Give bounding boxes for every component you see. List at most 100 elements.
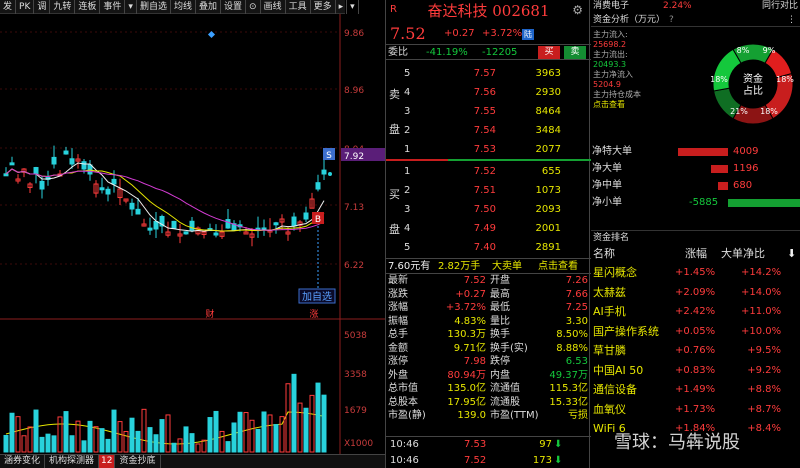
flow-item: 主力持仓成本 [593, 90, 641, 99]
flow-item: 主力流入: [593, 30, 628, 39]
toolbar-item[interactable]: ▾ [125, 0, 137, 14]
toolbar-item[interactable]: 连板 [75, 0, 101, 14]
toolbar-item[interactable]: ▾ [347, 0, 359, 14]
bottom-tab[interactable]: 机构探测器 [45, 455, 100, 468]
help-icon[interactable]: ? [669, 13, 674, 27]
rank-title-row: 资金排名 [591, 230, 800, 244]
volume-bar [237, 411, 243, 453]
book-row[interactable]: 1 7.53 2077 [386, 140, 591, 159]
tick-row: 10:46 7.52 173 ⬇ [386, 453, 591, 468]
book-row[interactable]: 4 7.56 2930 [386, 83, 591, 102]
donut-center-text: 资金 [743, 72, 763, 85]
fund-donut[interactable]: 8% 9% 18% 18% 21% 18% 资金占比 [705, 36, 800, 132]
stat-row: 涨幅 +3.72% 最低 7.25 [388, 302, 588, 313]
toolbar-item[interactable]: 删自选 [137, 0, 171, 14]
net-bar [711, 165, 728, 173]
rank-row[interactable]: 星闪概念 +1.45% +14.2% [591, 263, 800, 283]
buy-signal-text: B [315, 215, 321, 225]
volume-bar [297, 402, 303, 453]
candle-body [99, 187, 105, 191]
book-row[interactable]: 3 7.55 8464 [386, 102, 591, 121]
price-label: 6.22 [344, 261, 364, 271]
toolbar-item[interactable]: 九转 [50, 0, 76, 14]
book-row[interactable]: 4 7.49 2001 [386, 219, 591, 238]
rank-row[interactable]: 太赫兹 +2.09% +14.0% [591, 283, 800, 303]
volume-bar [309, 394, 315, 453]
bottom-tab[interactable]: 涵券变化 [0, 455, 46, 468]
toolbar-item[interactable]: 事件 [100, 0, 126, 14]
app-window: 发PK调九转连板事件▾删自选均线叠加设置⊙画线工具更多▸▾ 9.868.968.… [0, 0, 800, 468]
volume-bar [165, 414, 171, 453]
volume-bar [303, 407, 309, 453]
down-arrow-icon: ⬇ [554, 439, 563, 450]
candle-body [213, 232, 219, 236]
rank-row[interactable]: 中国AI 50 +0.83% +9.2% [591, 361, 800, 381]
rank-row[interactable]: 通信设备 +1.49% +8.8% [591, 380, 800, 400]
volume-bar [45, 433, 51, 453]
candle-body [183, 231, 189, 235]
toolbar-item[interactable]: ⊙ [246, 0, 261, 14]
volume-bar [273, 424, 279, 453]
col-flow[interactable]: 大单净比 [721, 245, 765, 263]
buy-button[interactable]: 买 [538, 46, 560, 59]
toolbar-item[interactable]: 调 [34, 0, 51, 14]
book-row[interactable]: 1 7.52 655 [386, 162, 591, 181]
toolbar-item[interactable]: 设置 [221, 0, 247, 14]
volume-bar [321, 394, 327, 453]
book-row[interactable]: 5 7.57 3963 [386, 64, 591, 83]
bottom-tab[interactable]: 12 [99, 455, 116, 468]
volume-bar [141, 408, 147, 453]
net-bar [718, 182, 728, 190]
sector-name[interactable]: 消费电子 [593, 0, 629, 12]
toolbar-item[interactable]: ▸ [336, 0, 348, 14]
stock-title[interactable]: 奋达科技 002681 [386, 0, 591, 22]
col-name[interactable]: 名称 [593, 245, 615, 263]
toolbar-item[interactable]: PK [16, 0, 35, 14]
volume-bar [21, 435, 27, 453]
gear-icon[interactable]: ⚙ [572, 3, 583, 17]
stat-row: 外盘 80.94万 内盘 49.37万 [388, 369, 588, 381]
toolbar-item[interactable]: 更多 [311, 0, 336, 14]
toolbar-item[interactable]: 叠加 [196, 0, 221, 14]
candle-body [9, 162, 15, 166]
rank-row[interactable]: AI手机 +2.42% +11.0% [591, 302, 800, 322]
volume-bar [15, 416, 21, 453]
add-watch-text: 加自选 [302, 290, 332, 303]
volume-bar [93, 426, 99, 453]
sort-desc-icon[interactable]: ⬇ [787, 245, 796, 263]
view-link[interactable]: 点击查看 [538, 259, 578, 275]
related-link[interactable]: 同行对比 [762, 0, 798, 12]
volume-bar [267, 414, 273, 453]
toolbar-item[interactable]: 工具 [286, 0, 311, 14]
toolbar-item[interactable]: 画线 [261, 0, 286, 14]
rank-row[interactable]: 草甘膦 +0.76% +9.5% [591, 341, 800, 361]
candle-body [87, 164, 93, 175]
toolbar-item[interactable]: 均线 [171, 0, 196, 14]
book-row[interactable]: 3 7.50 2093 [386, 200, 591, 219]
sell-button[interactable]: 卖 [564, 46, 586, 59]
kline-chart[interactable]: 9.868.968.047.927.136.22503833581679X100… [0, 14, 385, 454]
candle-body [111, 178, 117, 185]
stat-row: 总市值 135.0亿 流通值 115.3亿 [388, 383, 588, 394]
book-row[interactable]: 2 7.51 1073 [386, 181, 591, 200]
volume-bars [3, 373, 327, 453]
candle-body [39, 180, 45, 190]
candle-body [33, 167, 39, 175]
bottom-tab[interactable]: 资金抄底 [115, 455, 161, 468]
rank-title: 资金排名 [593, 233, 630, 243]
stat-row: 总股本 17.95亿 流通股 15.33亿 [388, 396, 588, 408]
rank-row[interactable]: 血氧仪 +1.73% +8.7% [591, 400, 800, 420]
volume-bar [69, 435, 75, 453]
volume-bar [123, 430, 129, 453]
rank-row[interactable]: 国产操作系统 +0.05% +10.0% [591, 322, 800, 342]
candle-body [105, 188, 111, 195]
book-row[interactable]: 5 7.40 2891 [386, 238, 591, 257]
menu-icon[interactable]: ⋮ [787, 13, 796, 27]
candle-body [3, 173, 9, 177]
book-row[interactable]: 2 7.54 3484 [386, 121, 591, 140]
big-order-line[interactable]: 7.60元有 2.82万手 大卖单 点击查看 [386, 258, 591, 274]
col-chg[interactable]: 涨幅 [685, 245, 707, 263]
toolbar-item[interactable]: 发 [0, 0, 17, 14]
volume-bar [99, 428, 105, 453]
view-cost-link[interactable]: 点击查看 [593, 100, 641, 110]
